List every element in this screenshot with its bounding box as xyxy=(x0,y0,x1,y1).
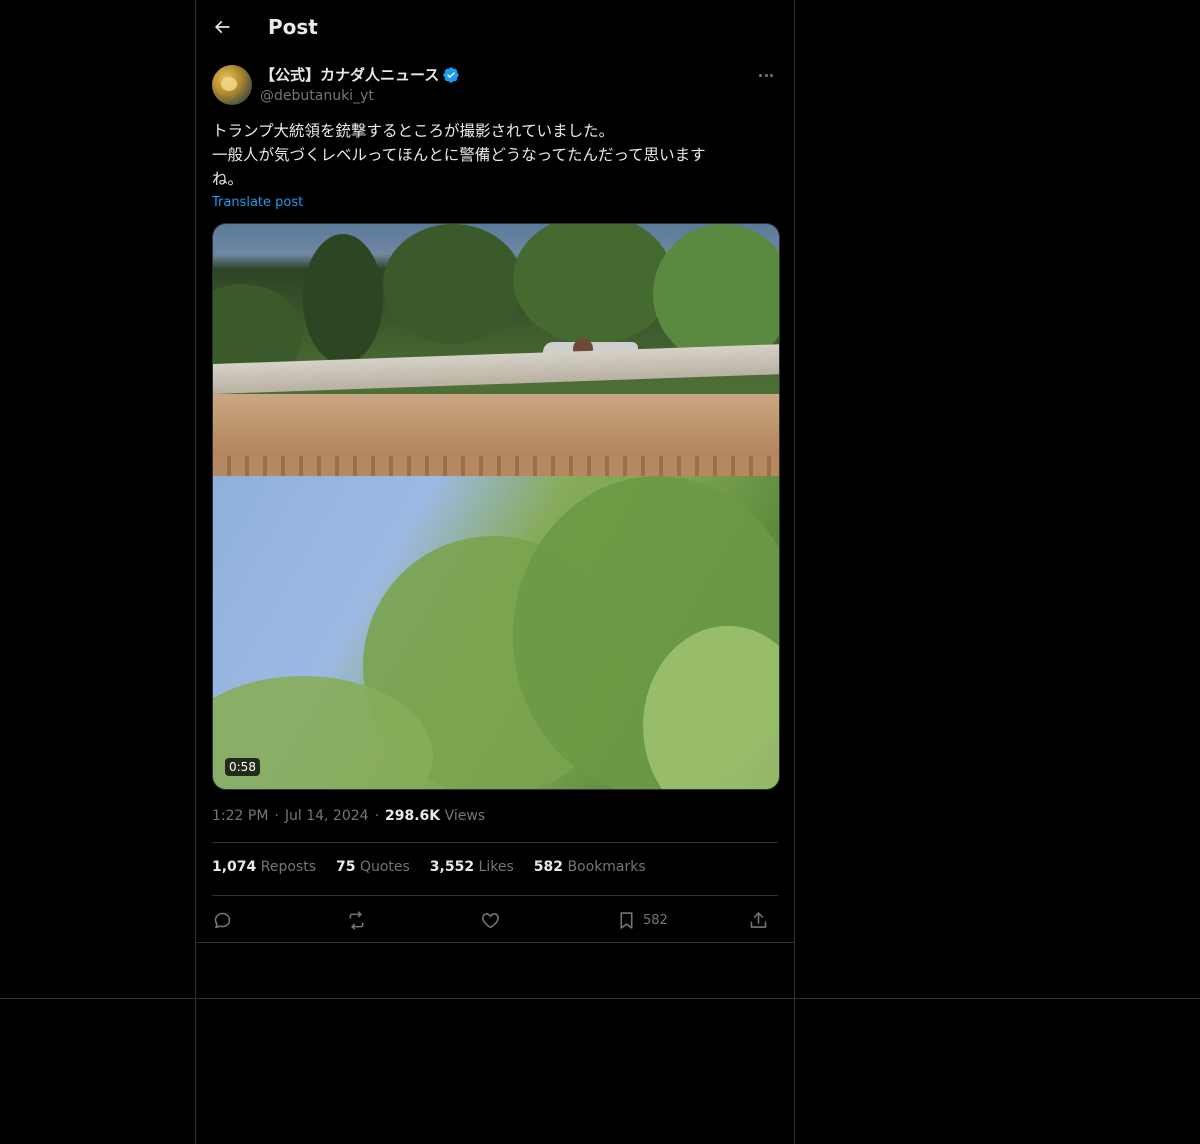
column-left-border xyxy=(195,0,196,1144)
author-display-name: 【公式】カナダ人ニュース xyxy=(260,66,440,84)
more-options-button[interactable] xyxy=(754,65,778,85)
engagement-stats: 1,074 Reposts 75 Quotes 3,552 Likes 582 … xyxy=(212,859,666,879)
post-video[interactable]: 0:58 xyxy=(212,223,780,790)
video-duration: 0:58 xyxy=(225,758,260,776)
reposts-count: 1,074 xyxy=(212,859,257,875)
more-dot xyxy=(764,73,768,77)
translate-post-link[interactable]: Translate post xyxy=(212,194,303,212)
arrow-left-icon xyxy=(214,20,230,34)
quotes-count: 75 xyxy=(336,859,356,875)
page-title: Post xyxy=(268,15,318,39)
like-button[interactable] xyxy=(480,904,501,936)
bookmark-count: 582 xyxy=(643,912,668,928)
post-time[interactable]: 1:22 PM xyxy=(212,808,268,824)
divider xyxy=(212,895,778,896)
divider xyxy=(196,942,794,943)
separator: · xyxy=(374,808,380,824)
reply-icon xyxy=(214,912,231,928)
reposts-stat[interactable]: 1,074 Reposts xyxy=(212,859,316,879)
avatar[interactable] xyxy=(212,65,252,105)
bookmark-icon xyxy=(620,911,633,929)
likes-label: Likes xyxy=(478,859,514,875)
quotes-label: Quotes xyxy=(359,859,410,875)
more-dot xyxy=(770,73,774,77)
tree-shape xyxy=(303,234,383,364)
reply-button[interactable] xyxy=(212,904,233,936)
video-frame-top xyxy=(213,224,779,476)
bookmarks-label: Bookmarks xyxy=(567,859,646,875)
author-row: 【公式】カナダ人ニュース @debutanuki_yt xyxy=(212,65,778,107)
separator: · xyxy=(274,808,279,824)
post-column: Post 【公式】カナダ人ニュース @debutanuki_yt トランプ大統領… xyxy=(196,0,794,943)
bookmark-button[interactable]: 582 xyxy=(616,904,668,936)
more-dot xyxy=(758,73,762,77)
author-name[interactable]: 【公式】カナダ人ニュース xyxy=(260,65,460,85)
bookmarks-stat[interactable]: 582 Bookmarks xyxy=(534,859,646,879)
quotes-stat[interactable]: 75 Quotes xyxy=(336,859,410,879)
back-button[interactable] xyxy=(206,11,238,43)
share-icon xyxy=(750,911,767,928)
repost-icon xyxy=(349,910,364,930)
post-meta: 1:22 PM · Jul 14, 2024 · 298.6K Views xyxy=(212,806,485,826)
likes-stat[interactable]: 3,552 Likes xyxy=(430,859,514,879)
reposts-label: Reposts xyxy=(260,859,316,875)
avatar-image xyxy=(221,77,237,91)
page-divider xyxy=(0,998,1200,999)
video-frame-bottom xyxy=(213,476,779,789)
tree-shape xyxy=(653,224,779,364)
bookmarks-count: 582 xyxy=(533,859,563,875)
heart-icon xyxy=(482,912,499,928)
header: Post xyxy=(196,0,794,54)
likes-count: 3,552 xyxy=(429,859,475,875)
building-wall-band xyxy=(213,456,779,476)
page: Post 【公式】カナダ人ニュース @debutanuki_yt トランプ大統領… xyxy=(0,0,1200,1144)
post-text: トランプ大統領を銃撃するところが撮影されていました。 一般人が気づくレベルってほ… xyxy=(212,122,706,188)
post-date[interactable]: Jul 14, 2024 xyxy=(285,808,369,824)
views-label: Views xyxy=(444,808,486,824)
verified-badge-icon xyxy=(443,67,459,83)
share-button[interactable] xyxy=(748,904,769,936)
tree-shape xyxy=(513,224,673,344)
action-bar: 582 xyxy=(212,904,778,936)
divider xyxy=(212,842,778,843)
repost-button[interactable] xyxy=(346,904,367,936)
column-right-border xyxy=(794,0,795,1144)
author-handle[interactable]: @debutanuki_yt xyxy=(260,86,374,106)
tree-shape xyxy=(383,224,523,344)
views-count: 298.6K xyxy=(385,808,441,824)
